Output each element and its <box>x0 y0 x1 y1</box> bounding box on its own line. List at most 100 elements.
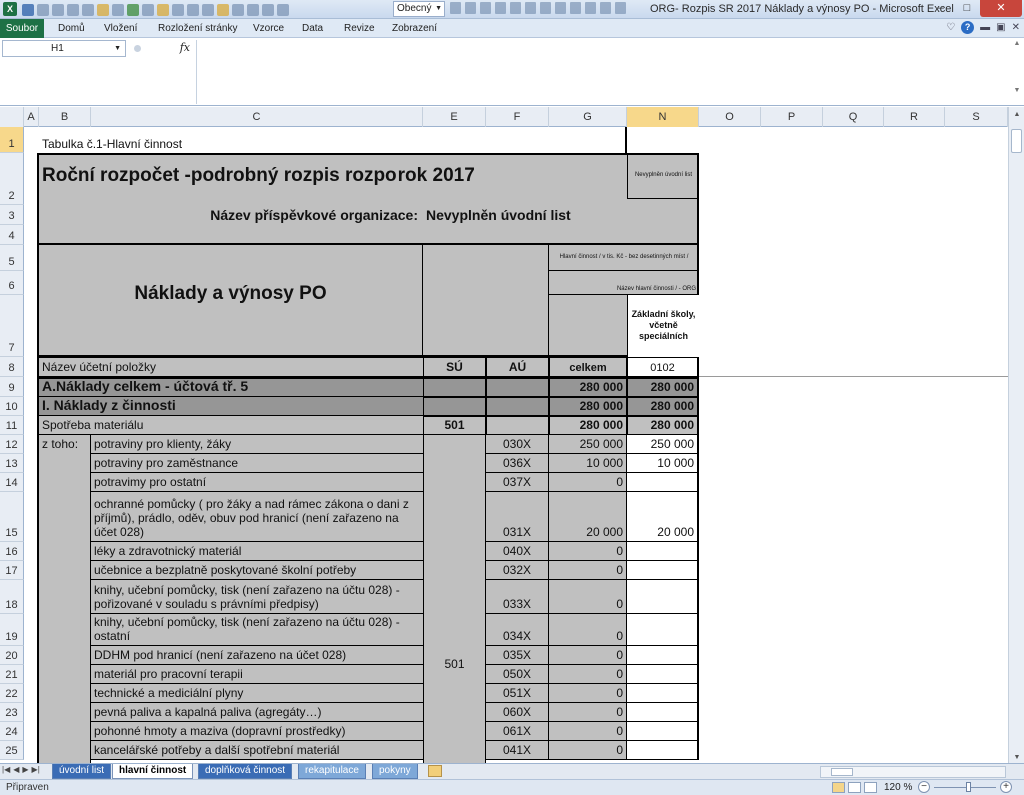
detail-n[interactable] <box>627 741 699 760</box>
chart-icon[interactable] <box>277 3 289 16</box>
page-setup-icon[interactable] <box>600 2 611 14</box>
insert-sheet-icon[interactable] <box>428 765 442 777</box>
g5-note[interactable]: Hlavní činnost / v tis. Kč - bez desetin… <box>549 245 699 271</box>
row9-au[interactable] <box>486 377 549 397</box>
detail-total[interactable]: 0 <box>549 561 627 580</box>
row-header-11[interactable]: 11 <box>0 416 24 435</box>
detail-au[interactable]: 035X <box>486 646 549 665</box>
first-sheet-icon[interactable]: |◀ <box>2 765 10 774</box>
wrap-icon[interactable] <box>570 2 581 14</box>
zoom-slider-knob[interactable] <box>966 782 971 792</box>
tab-review[interactable]: Revize <box>344 23 375 34</box>
scroll-down-icon[interactable]: ▼ <box>1012 87 1022 94</box>
formula-input[interactable] <box>196 40 1010 104</box>
detail-total[interactable]: 0 <box>549 614 627 646</box>
col-header-n[interactable]: N <box>627 107 699 127</box>
n7-header[interactable]: Základní školy, včetně speciálních <box>628 295 699 357</box>
org-label[interactable]: Název příspěvkové organizace: <box>39 199 421 225</box>
row-header-7[interactable]: 7 <box>0 295 24 357</box>
minimize-ribbon-icon[interactable]: ♡ <box>946 22 955 33</box>
col-header-s[interactable]: S <box>945 107 1008 127</box>
section-title[interactable]: Náklady a výnosy PO <box>39 267 422 307</box>
scroll-thumb[interactable] <box>1011 129 1022 153</box>
detail-au[interactable]: 030X <box>486 435 549 454</box>
row-header-10[interactable]: 10 <box>0 397 24 416</box>
detail-label[interactable]: materiál pro pracovní terapii <box>91 665 423 684</box>
sheet-tab-uvodni-list[interactable]: úvodní list <box>52 764 112 779</box>
detail-au[interactable]: 037X <box>486 473 549 492</box>
col-header-e[interactable]: E <box>423 107 486 127</box>
detail-label[interactable]: léky a zdravotnický materiál <box>91 542 423 561</box>
scroll-thumb[interactable] <box>831 768 853 776</box>
tab-file[interactable]: Soubor <box>0 19 44 38</box>
row-header-5[interactable]: 5 <box>0 245 24 271</box>
row-header-16[interactable]: 16 <box>0 542 24 561</box>
macro-icon[interactable] <box>510 2 521 14</box>
fill-color-icon[interactable] <box>540 2 551 14</box>
sheet-tab-rekapitulace[interactable]: rekapitulace <box>298 764 366 779</box>
format-painter-icon[interactable] <box>97 3 109 16</box>
row-header-3[interactable]: 3 <box>0 205 24 225</box>
row-header-2[interactable]: 2 <box>0 153 24 205</box>
worksheet-grid[interactable]: A B C E F G N O P Q R S 1 2 3 4 5 6 7 8 … <box>0 107 1008 763</box>
scroll-up-icon[interactable]: ▲ <box>1012 40 1022 47</box>
paste-icon[interactable] <box>157 3 169 16</box>
prev-sheet-icon[interactable]: ◀ <box>13 765 19 774</box>
redo-icon[interactable] <box>52 3 64 16</box>
row-header-9[interactable]: 9 <box>0 377 24 397</box>
col-header-o[interactable]: O <box>699 107 761 127</box>
row11-su[interactable]: 501 <box>423 416 486 435</box>
detail-n[interactable] <box>627 580 699 614</box>
col-header-p[interactable]: P <box>761 107 823 127</box>
detail-total[interactable]: 0 <box>549 684 627 703</box>
merge-icon[interactable] <box>555 2 566 14</box>
save-icon[interactable] <box>22 3 34 16</box>
tab-insert[interactable]: Vložení <box>104 23 137 34</box>
row-header-17[interactable]: 17 <box>0 561 24 580</box>
minimize-button[interactable]: – <box>928 0 954 17</box>
row11-label[interactable]: Spotřeba materiálu <box>37 416 423 435</box>
row-header-12[interactable]: 12 <box>0 435 24 454</box>
next-sheet-icon[interactable]: ▶ <box>22 765 28 774</box>
header-total[interactable]: celkem <box>549 357 627 377</box>
row10-label[interactable]: I. Náklady z činnosti <box>37 397 423 416</box>
row11-au[interactable] <box>486 416 549 435</box>
cut-icon[interactable] <box>172 3 184 16</box>
tab-data[interactable]: Data <box>302 23 323 34</box>
maximize-button[interactable]: □ <box>954 0 980 17</box>
zoom-slider[interactable] <box>934 787 996 788</box>
row-header-24[interactable]: 24 <box>0 722 24 741</box>
detail-n[interactable]: 20 000 <box>627 492 699 542</box>
tab-view[interactable]: Zobrazení <box>392 23 437 34</box>
detail-n[interactable] <box>627 646 699 665</box>
detail-n[interactable] <box>627 542 699 561</box>
sort-icon[interactable] <box>127 3 139 16</box>
row10-total[interactable]: 280 000 <box>549 397 627 416</box>
detail-label[interactable]: knihy, učební pomůcky, tisk (není zařaze… <box>91 614 423 646</box>
detail-total[interactable]: 250 000 <box>549 435 627 454</box>
insert-function-icon[interactable] <box>202 3 214 16</box>
detail-n[interactable]: 250 000 <box>627 435 699 454</box>
detail-au[interactable]: 051X <box>486 684 549 703</box>
freeze-icon[interactable] <box>585 2 596 14</box>
detail-au[interactable]: 034X <box>486 614 549 646</box>
detail-total[interactable]: 10 000 <box>549 454 627 473</box>
detail-au[interactable]: 031X <box>486 492 549 542</box>
z-toho-label[interactable]: z toho: <box>39 435 91 454</box>
undo-icon[interactable] <box>37 3 49 16</box>
detail-au[interactable]: 050X <box>486 665 549 684</box>
detail-au[interactable]: 061X <box>486 722 549 741</box>
row-header-20[interactable]: 20 <box>0 646 24 665</box>
workbook-minimize-icon[interactable]: ▬ <box>980 22 990 33</box>
n2-note[interactable]: Nevyplněn úvodní list <box>627 153 699 199</box>
sheet-caption[interactable]: Tabulka č.1-Hlavní činnost <box>39 127 423 153</box>
cell-style-icon[interactable] <box>465 2 476 14</box>
detail-n[interactable] <box>627 473 699 492</box>
org-value[interactable]: Nevyplněn úvodní list <box>423 199 697 225</box>
detail-au[interactable]: 036X <box>486 454 549 473</box>
detail-label[interactable]: potraviny pro zaměstnance <box>91 454 423 473</box>
page-layout-view-icon[interactable] <box>848 782 861 793</box>
workbook-close-icon[interactable]: ✕ <box>1012 22 1020 33</box>
cell-e1[interactable] <box>423 127 627 153</box>
detail-total[interactable]: 0 <box>549 665 627 684</box>
